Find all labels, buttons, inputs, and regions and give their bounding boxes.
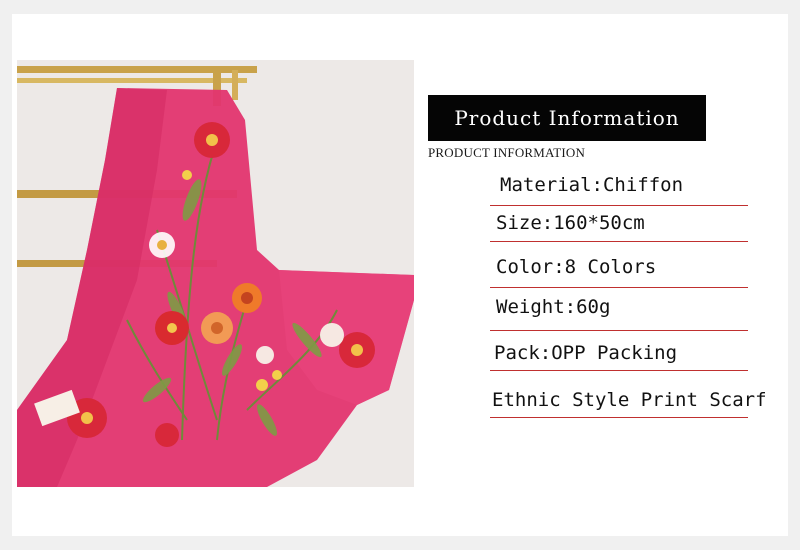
spec-size: Size:160*50cm (496, 212, 645, 234)
spec-divider (490, 241, 748, 242)
spec-color: Color:8 Colors (496, 256, 657, 278)
spec-divider (490, 417, 748, 418)
spec-list: Material:Chiffon Size:160*50cm Color:8 C… (0, 0, 800, 550)
spec-style: Ethnic Style Print Scarf (492, 389, 767, 411)
spec-weight: Weight:60g (496, 296, 611, 318)
spec-divider (490, 370, 748, 371)
spec-divider (490, 287, 748, 288)
spec-divider (490, 330, 748, 331)
spec-pack: Pack:OPP Packing (494, 342, 678, 364)
spec-divider (490, 205, 748, 206)
spec-material: Material:Chiffon (500, 174, 684, 196)
